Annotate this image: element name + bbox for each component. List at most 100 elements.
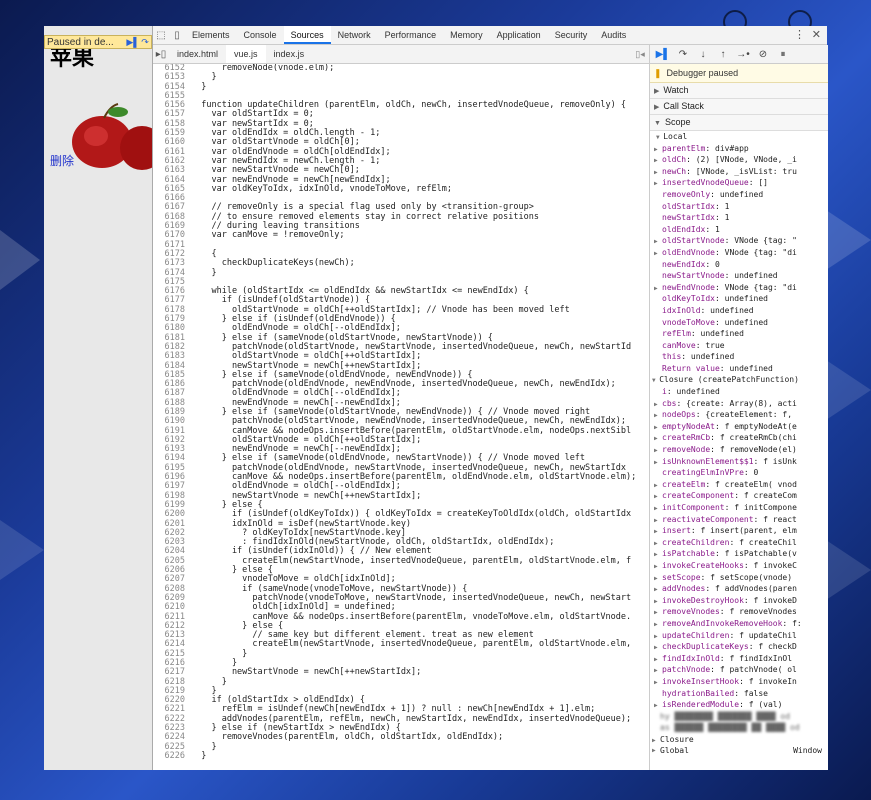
tab-audits[interactable]: Audits — [594, 26, 633, 44]
code-text: } — [191, 81, 207, 92]
tab-performance[interactable]: Performance — [378, 26, 444, 44]
scope-variable-value: f addVnodes(paren — [715, 584, 797, 594]
resume-icon[interactable]: ▶▌ — [654, 45, 672, 63]
scope-variable-row[interactable]: vnodeToMove: undefined — [650, 317, 828, 329]
scope-variable-row[interactable]: ▶ oldCh: (2) [VNode, VNode, _i — [650, 154, 828, 166]
section-watch[interactable]: ▶ Watch — [650, 83, 828, 99]
scope-variable-row[interactable]: ▶ invokeDestroyHook: f invokeD — [650, 595, 828, 607]
section-call-stack[interactable]: ▶ Call Stack — [650, 99, 828, 115]
scope-variable-name: canMove — [662, 340, 696, 350]
scope-variable-row[interactable]: ▶ parentElm: div#app — [650, 143, 828, 155]
file-tab[interactable]: index.js — [266, 45, 313, 63]
device-toolbar-icon[interactable]: ▯ — [169, 26, 185, 44]
scope-variable-row[interactable]: ▶ oldEndVnode: VNode {tag: "di — [650, 247, 828, 259]
deactivate-breakpoints-icon[interactable]: ⊘ — [754, 45, 772, 63]
scope-variable-row[interactable]: ▶ createRmCb: f createRmCb(chi — [650, 432, 828, 444]
scope-closure-collapsed[interactable]: ▶ Closure — [650, 734, 828, 746]
scope-variable-row[interactable]: ▶ removeVnodes: f removeVnodes — [650, 606, 828, 618]
line-number[interactable]: 6226 — [153, 751, 191, 761]
scope-global[interactable]: ▶ Global Window — [650, 745, 828, 757]
scope-variable-row[interactable]: ▶ invokeCreateHooks: f invokeC — [650, 560, 828, 572]
tab-sources[interactable]: Sources — [283, 26, 331, 44]
scope-variable-row[interactable]: ▶ insert: f insert(parent, elm — [650, 525, 828, 537]
tab-memory[interactable]: Memory — [443, 26, 490, 44]
scope-variable-value: f createRmCb(chi — [719, 433, 797, 443]
scope-variable-row[interactable]: ▶ checkDuplicateKeys: f checkD — [650, 641, 828, 653]
scope-variable-value: f patchVnode( ol — [719, 665, 797, 675]
tab-security[interactable]: Security — [548, 26, 595, 44]
scope-variable-row[interactable]: ▶ reactivateComponent: f react — [650, 514, 828, 526]
resume-icon[interactable]: ▶▌ — [126, 36, 139, 48]
step-into-icon[interactable]: ↓ — [694, 45, 712, 63]
scope-variable-row[interactable]: ▶ patchVnode: f patchVnode( ol — [650, 664, 828, 676]
close-icon[interactable]: ✕ — [812, 28, 821, 41]
delete-link[interactable]: 删除 — [50, 152, 74, 169]
scope-variable-row[interactable]: removeOnly: undefined — [650, 189, 828, 201]
scope-variable-row[interactable]: ▶ updateChildren: f updateChil — [650, 630, 828, 642]
code-line: 6152 removeNode(vnode.elm); — [153, 64, 649, 73]
section-scope[interactable]: ▼ Scope — [650, 115, 828, 131]
scope-variable-row[interactable]: ▶ insertedVnodeQueue: [] — [650, 177, 828, 189]
step-over-icon[interactable]: ↷ — [674, 45, 692, 63]
scope-variable-row[interactable]: ▶ removeAndInvokeRemoveHook: f: — [650, 618, 828, 630]
scope-variable-row[interactable]: creatingElmInVPre: 0 — [650, 467, 828, 479]
scope-variable-row[interactable]: ▶ emptyNodeAt: f emptyNodeAt(e — [650, 421, 828, 433]
scope-variable-row[interactable]: ▶ createComponent: f createCom — [650, 490, 828, 502]
scope-variable-row[interactable]: ▶ cbs: {create: Array(8), acti — [650, 398, 828, 410]
scope-variable-name: updateChildren — [662, 630, 730, 640]
expand-arrow-icon: ▶ — [654, 447, 658, 455]
tab-console[interactable]: Console — [237, 26, 284, 44]
scope-variable-row[interactable]: canMove: true — [650, 340, 828, 352]
tab-network[interactable]: Network — [331, 26, 378, 44]
toggle-navigator-icon[interactable]: ▸▯ — [153, 45, 169, 63]
scope-variable-row[interactable]: ▶ nodeOps: {createElement: f, — [650, 409, 828, 421]
scope-variable-row[interactable]: refElm: undefined — [650, 328, 828, 340]
scope-variable-row[interactable]: ▶ isUnknownElement$$1: f isUnk — [650, 456, 828, 468]
scope-closure-header[interactable]: ▼ Closure (createPatchFunction) — [650, 374, 828, 386]
scope-variable-row[interactable]: this: undefined — [650, 351, 828, 363]
scope-variable-row[interactable]: hydrationBailed: false — [650, 688, 828, 700]
scope-variable-row[interactable]: Return value: undefined — [650, 363, 828, 375]
scope-local-header[interactable]: ▼ Local — [650, 131, 828, 143]
scope-variable-row[interactable]: newStartIdx: 1 — [650, 212, 828, 224]
scope-variable-row[interactable]: ▶ removeNode: f removeNode(el) — [650, 444, 828, 456]
expand-arrow-icon: ▶ — [654, 644, 658, 652]
scope-variable-row[interactable]: ▶ initComponent: f initCompone — [650, 502, 828, 514]
scope-variable-row[interactable]: ▶ addVnodes: f addVnodes(paren — [650, 583, 828, 595]
scope-variable-row[interactable]: ▶ setScope: f setScope(vnode) — [650, 572, 828, 584]
scope-variable-value: VNode {tag: " — [734, 236, 797, 246]
file-tab[interactable]: index.html — [169, 45, 226, 63]
scope-variable-row[interactable]: ▶ newEndVnode: VNode {tag: "di — [650, 282, 828, 294]
scope-variable-row[interactable]: oldEndIdx: 1 — [650, 224, 828, 236]
code-editor[interactable]: 6152 removeNode(vnode.elm); 6153 } 6154 } 6… — [153, 64, 649, 770]
step-out-icon[interactable]: ↑ — [714, 45, 732, 63]
scope-variable-row[interactable]: ▶ oldStartVnode: VNode {tag: " — [650, 235, 828, 247]
scope-variable-row[interactable]: ▶ newCh: [VNode, _isVList: tru — [650, 166, 828, 178]
scope-variable-row[interactable]: idxInOld: undefined — [650, 305, 828, 317]
scope-variable-row[interactable]: ▶ createElm: f createElm( vnod — [650, 479, 828, 491]
scope-variable-row[interactable]: oldStartIdx: 1 — [650, 201, 828, 213]
tab-elements[interactable]: Elements — [185, 26, 237, 44]
step-icon[interactable]: →• — [734, 45, 752, 63]
more-options-icon[interactable]: ⋮ — [794, 28, 805, 41]
scope-variable-row[interactable]: ▶ findIdxInOld: f findIdxInOl — [650, 653, 828, 665]
tab-application[interactable]: Application — [490, 26, 548, 44]
inspect-element-icon[interactable]: ⬚ — [153, 26, 169, 44]
separator: : — [743, 560, 754, 570]
scope-variable-row[interactable]: ▶ isRenderedModule: f (val) — [650, 699, 828, 711]
file-tab[interactable]: vue.js — [226, 45, 266, 63]
step-over-icon[interactable]: ↷ — [139, 36, 151, 48]
scope-variable-row[interactable]: ▶ createChildren: f createChil — [650, 537, 828, 549]
scope-variable-name: nodeOps — [662, 410, 696, 420]
scope-variable-value: 0 — [715, 259, 720, 269]
scope-variable-row[interactable]: ▶ isPatchable: f isPatchable(v — [650, 548, 828, 560]
toggle-debugger-icon[interactable]: ▯◂ — [631, 49, 649, 60]
scope-variable-row[interactable]: newStartVnode: undefined — [650, 270, 828, 282]
scope-variable-row[interactable]: i: undefined — [650, 386, 828, 398]
pause-on-exceptions-icon[interactable]: ⏸ — [774, 45, 792, 63]
scope-variable-row[interactable]: ▶ invokeInsertHook: f invokeIn — [650, 676, 828, 688]
scope-variable-row[interactable]: oldKeyToIdx: undefined — [650, 293, 828, 305]
expand-arrow-icon: ▶ — [654, 238, 658, 246]
separator: : — [753, 456, 764, 466]
scope-variable-row[interactable]: newEndIdx: 0 — [650, 259, 828, 271]
